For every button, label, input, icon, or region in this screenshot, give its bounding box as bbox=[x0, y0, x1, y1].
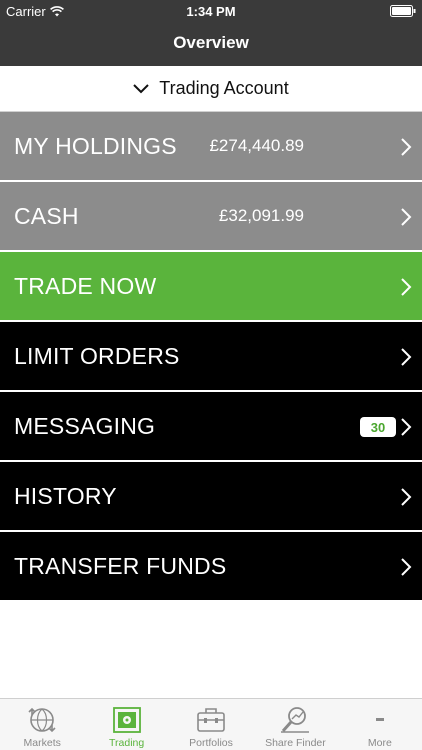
status-bar: Carrier 1:34 PM bbox=[0, 0, 422, 22]
chevron-right-icon bbox=[401, 348, 412, 366]
tab-more[interactable]: More bbox=[338, 699, 422, 750]
screen: Carrier 1:34 PM Overview Trading Account bbox=[0, 0, 422, 750]
menu-item-history[interactable]: HISTORY bbox=[0, 462, 422, 530]
chevron-down-icon bbox=[133, 83, 149, 93]
account-selector[interactable]: Trading Account bbox=[0, 66, 422, 112]
page-title: Overview bbox=[173, 33, 249, 52]
share-finder-icon bbox=[281, 707, 310, 733]
menu-item-label: HISTORY bbox=[14, 482, 117, 509]
chevron-right-icon bbox=[401, 558, 412, 576]
menu-item-trade-now[interactable]: TRADE NOW bbox=[0, 252, 422, 320]
tab-bar: Markets Trading Portfolios Share Finder … bbox=[0, 698, 422, 750]
tab-trading[interactable]: Trading bbox=[84, 699, 168, 750]
menu-item-label: MESSAGING bbox=[14, 412, 156, 439]
markets-icon bbox=[28, 707, 56, 733]
chevron-right-icon bbox=[401, 418, 412, 436]
menu-item-label: TRANSFER FUNDS bbox=[14, 552, 227, 579]
account-label: Trading Account bbox=[159, 78, 289, 98]
tab-label: Portfolios bbox=[189, 737, 233, 749]
trading-icon bbox=[112, 707, 141, 733]
menu-item-messaging[interactable]: MESSAGING 30 bbox=[0, 392, 422, 460]
chevron-right-icon bbox=[401, 208, 412, 226]
message-count-badge: 30 bbox=[360, 417, 396, 437]
battery-icon bbox=[390, 5, 416, 17]
overview-menu: MY HOLDINGS £274,440.89 CASH £32,091.99 … bbox=[0, 112, 422, 602]
tab-label: Share Finder bbox=[265, 737, 326, 749]
more-icon bbox=[375, 718, 384, 721]
menu-item-limit-orders[interactable]: LIMIT ORDERS bbox=[0, 322, 422, 390]
holdings-value: £274,440.89 bbox=[209, 136, 304, 155]
menu-item-my-holdings[interactable]: MY HOLDINGS £274,440.89 bbox=[0, 112, 422, 180]
menu-item-cash[interactable]: CASH £32,091.99 bbox=[0, 182, 422, 250]
tab-label: Trading bbox=[109, 737, 145, 749]
tab-markets[interactable]: Markets bbox=[0, 699, 84, 750]
menu-item-label: CASH bbox=[14, 202, 79, 229]
header: Carrier 1:34 PM Overview bbox=[0, 0, 422, 66]
status-time: 1:34 PM bbox=[186, 4, 236, 19]
chevron-right-icon bbox=[401, 138, 412, 156]
tab-label: Markets bbox=[23, 737, 61, 749]
tab-label: More bbox=[367, 737, 392, 749]
menu-item-transfer-funds[interactable]: TRANSFER FUNDS bbox=[0, 532, 422, 600]
tab-share-finder[interactable]: Share Finder bbox=[253, 699, 337, 750]
chevron-right-icon bbox=[401, 278, 412, 296]
chevron-right-icon bbox=[401, 488, 412, 506]
tab-portfolios[interactable]: Portfolios bbox=[169, 699, 253, 750]
menu-item-label: LIMIT ORDERS bbox=[14, 342, 180, 369]
menu-item-label: MY HOLDINGS bbox=[14, 132, 177, 159]
cash-value: £32,091.99 bbox=[218, 206, 304, 225]
portfolios-icon bbox=[197, 708, 225, 732]
menu-item-label: TRADE NOW bbox=[14, 272, 157, 299]
